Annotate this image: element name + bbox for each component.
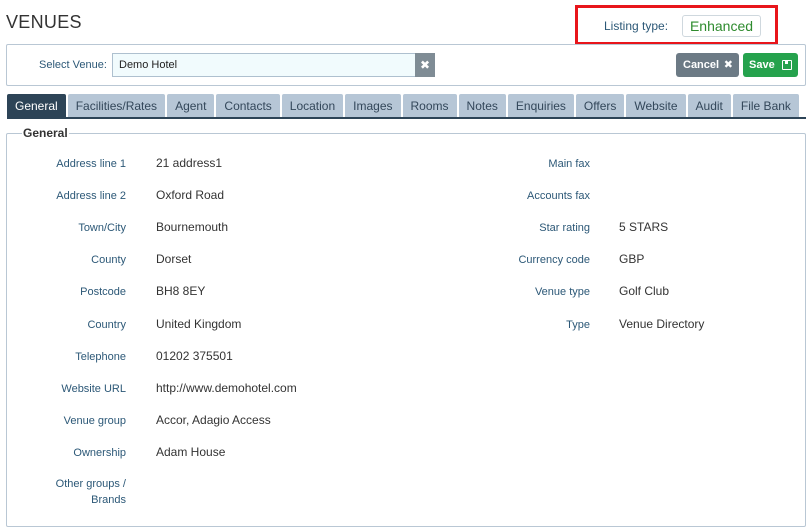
field-label: Town/City <box>78 222 126 234</box>
tab-audit[interactable]: Audit <box>687 94 731 118</box>
field-label: Type <box>566 319 590 331</box>
field-label: Venue group <box>63 415 126 427</box>
tab-agent[interactable]: Agent <box>167 94 215 118</box>
field-value: Bournemouth <box>156 220 229 234</box>
save-button[interactable]: Save <box>743 53 798 77</box>
listing-type-label: Listing type: <box>604 19 669 33</box>
field-label: Postcode <box>80 286 126 298</box>
page-title: VENUES <box>6 12 82 32</box>
tab-offers[interactable]: Offers <box>575 94 625 118</box>
tab-website[interactable]: Website <box>626 94 686 118</box>
tab-bar: General Facilities/Rates Agent Contacts Loca… <box>7 94 801 118</box>
cancel-button[interactable]: Cancel ✖ <box>676 53 739 77</box>
close-icon: ✖ <box>723 59 733 71</box>
field-value: Adam House <box>156 445 226 459</box>
tab-enquiries[interactable]: Enquiries <box>507 94 574 118</box>
field-label: Venue type <box>534 286 590 298</box>
field-value: BH8 8EY <box>156 284 206 298</box>
field-value: Golf Club <box>619 284 670 298</box>
field-label: Address line 1 <box>56 158 126 170</box>
field-value: Venue Directory <box>619 317 705 331</box>
field-value: http://www.demohotel.com <box>156 381 297 395</box>
floppy-disk-icon <box>782 60 792 70</box>
clear-venue-button[interactable]: ✖ <box>415 53 435 77</box>
field-label: Country <box>87 319 126 331</box>
tab-contacts[interactable]: Contacts <box>216 94 280 118</box>
tab-underline <box>7 117 806 119</box>
tab-file-bank[interactable]: File Bank <box>732 94 799 118</box>
close-icon: ✖ <box>419 58 431 72</box>
tab-notes[interactable]: Notes <box>458 94 506 118</box>
field-label: Star rating <box>539 222 590 234</box>
field-label: County <box>91 254 126 266</box>
field-value: Dorset <box>156 252 192 266</box>
section-legend: General <box>23 126 68 140</box>
tab-facilities-rates[interactable]: Facilities/Rates <box>67 94 166 118</box>
save-label: Save <box>749 59 775 71</box>
venue-toolbar: Select Venue: Demo Hotel ✖ Cancel ✖ Save <box>6 44 806 86</box>
field-label: Currency code <box>518 254 590 266</box>
select-venue-label: Select Venue: <box>39 59 107 71</box>
listing-type-highlight: Listing type: Enhanced <box>575 5 778 45</box>
field-label: Telephone <box>75 351 126 363</box>
field-value: 5 STARS <box>619 220 669 234</box>
field-label: Address line 2 <box>56 190 126 202</box>
field-label: Other groups / Brands <box>55 478 126 506</box>
field-value: 21 address1 <box>156 156 223 170</box>
tab-images[interactable]: Images <box>345 94 401 118</box>
field-label: Website URL <box>61 383 126 395</box>
tab-rooms[interactable]: Rooms <box>402 94 457 118</box>
field-value: GBP <box>619 252 645 266</box>
field-value: 01202 375501 <box>156 349 233 363</box>
field-value: Oxford Road <box>156 188 225 202</box>
tab-general[interactable]: General <box>7 94 66 118</box>
listing-type-badge: Enhanced <box>682 15 761 37</box>
field-label: Main fax <box>548 158 590 170</box>
venue-select-input[interactable]: Demo Hotel <box>112 53 416 77</box>
field-value: Accor, Adagio Access <box>156 413 271 427</box>
field-value: United Kingdom <box>156 317 242 331</box>
field-label: Ownership <box>73 447 126 459</box>
cancel-label: Cancel <box>683 59 720 71</box>
tab-location[interactable]: Location <box>281 94 344 118</box>
field-label: Accounts fax <box>527 190 590 202</box>
